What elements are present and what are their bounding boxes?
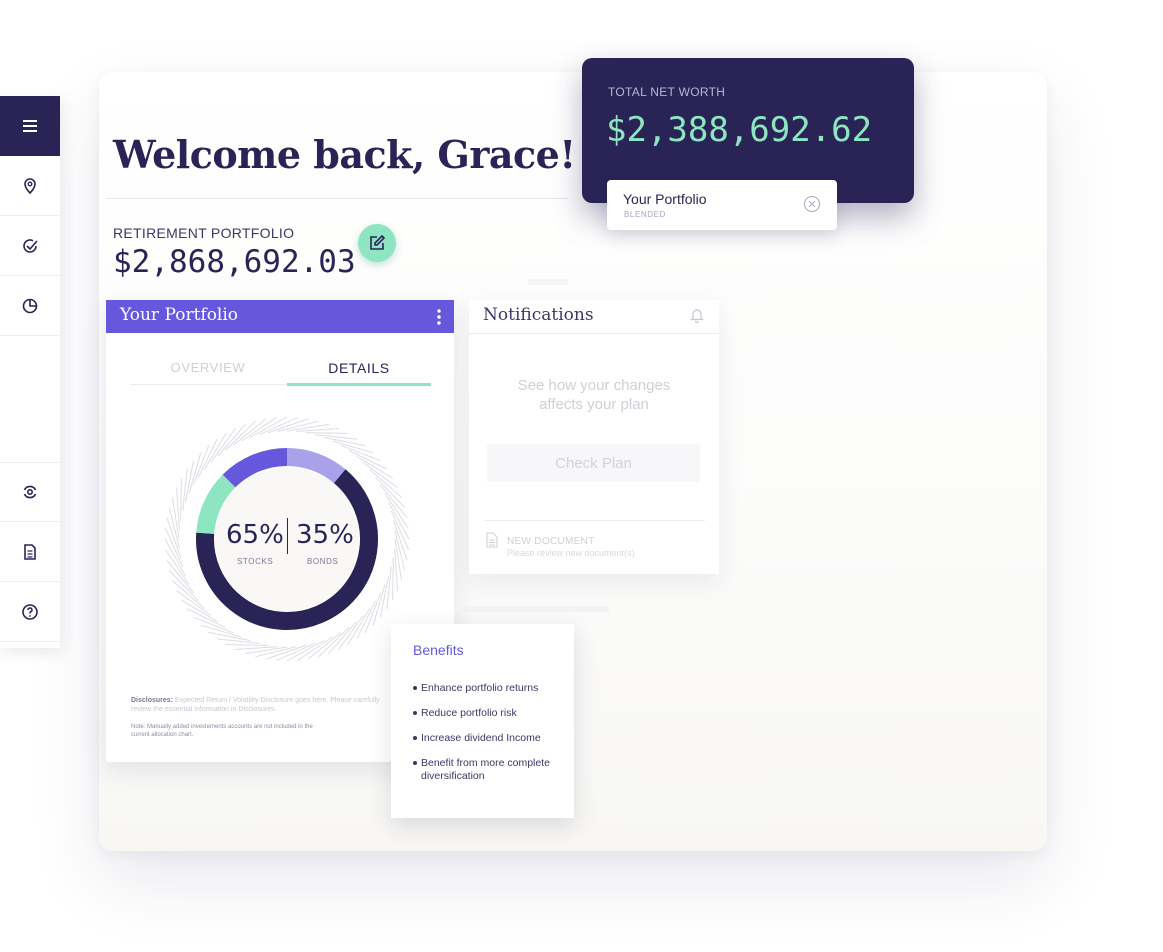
donut-hatch-line — [180, 477, 182, 521]
sidebar-item-goals[interactable] — [0, 216, 60, 276]
notifications-panel: Notifications See how your changes affec… — [469, 300, 719, 574]
donut-hatch-line — [356, 455, 393, 479]
portfolio-card-title: Your Portfolio — [120, 305, 239, 325]
disclosures-text: Disclosures: Expected Return / Volatilit… — [131, 696, 391, 714]
edit-portfolio-button[interactable] — [358, 224, 396, 262]
retirement-portfolio-value: $2,868,692.03 — [113, 244, 356, 280]
bonds-label: BONDS — [307, 557, 339, 566]
portfolio-card-header: Your Portfolio — [106, 300, 454, 333]
notifications-divider — [469, 333, 719, 334]
portfolio-chip-subtitle: BLENDED — [624, 210, 666, 219]
donut-hatch-line — [305, 432, 349, 434]
allocation-note: Note: Manually added investements accoun… — [131, 724, 313, 738]
sidebar-item-documents[interactable] — [0, 522, 60, 582]
title-divider — [106, 198, 568, 199]
notifications-message: See how your changes affects your plan — [517, 377, 671, 413]
help-icon — [22, 603, 38, 620]
list-item: Reduce portfolio risk — [413, 707, 573, 720]
refresh-target-icon — [23, 485, 37, 499]
donut-hatch-line — [181, 599, 218, 623]
close-circle-icon[interactable] — [803, 195, 821, 213]
donut-hatch-line — [225, 644, 269, 646]
tab-details[interactable]: DETAILS — [287, 360, 431, 376]
sidebar — [0, 96, 60, 648]
donut-hatch-line — [314, 434, 358, 440]
bonds-percent: 35% — [296, 520, 354, 550]
sidebar-menu-button[interactable] — [0, 96, 60, 156]
menu-icon — [23, 120, 37, 132]
sidebar-item-rebalance[interactable] — [0, 462, 60, 522]
net-worth-value: $2,388,692.62 — [606, 110, 873, 150]
donut-hatch-line — [203, 433, 227, 470]
bell-icon[interactable] — [689, 307, 705, 323]
benefits-list: Enhance portfolio returns Reduce portfol… — [413, 682, 573, 795]
sidebar-item-help[interactable] — [0, 582, 60, 642]
retirement-portfolio-label: RETIREMENT PORTFOLIO — [113, 225, 295, 241]
donut-hatch-line — [216, 638, 260, 644]
list-item: Enhance portfolio returns — [413, 682, 573, 695]
list-item: Benefit from more complete diversificati… — [413, 757, 573, 783]
kebab-icon[interactable] — [436, 308, 442, 326]
notifications-title: Notifications — [483, 305, 594, 325]
portfolio-chip-title: Your Portfolio — [623, 191, 707, 207]
donut-hatch-line — [182, 468, 188, 512]
stocks-percent: 65% — [226, 520, 284, 550]
check-plan-button[interactable]: Check Plan — [487, 444, 700, 482]
tab-active-indicator — [287, 383, 431, 386]
location-pin-icon — [24, 177, 36, 194]
list-item: Increase dividend Income — [413, 732, 573, 745]
new-document-title[interactable]: NEW DOCUMENT — [507, 536, 594, 547]
net-worth-label: TOTAL NET WORTH — [608, 85, 726, 99]
decorative-bar — [454, 606, 609, 612]
document-icon — [24, 543, 36, 560]
disclosures-label: Disclosures: — [131, 697, 174, 704]
document-icon — [486, 532, 498, 548]
notifications-divider — [485, 520, 705, 521]
benefits-title: Benefits — [413, 642, 464, 658]
sidebar-item-allocation[interactable] — [0, 276, 60, 336]
decorative-bar — [528, 279, 568, 285]
tab-overview[interactable]: OVERVIEW — [136, 360, 280, 375]
page-title: Welcome back, Grace! — [113, 132, 576, 177]
new-document-subtitle: Please review new document(s) — [507, 548, 635, 558]
donut-hatch-line — [347, 608, 371, 645]
sidebar-item-location[interactable] — [0, 156, 60, 216]
donut-hatch-line — [386, 566, 392, 610]
edit-icon — [370, 234, 386, 250]
pie-chart-icon — [22, 298, 38, 313]
portfolio-selector-chip[interactable]: Your Portfolio BLENDED — [607, 180, 837, 230]
benefits-card: Benefits Enhance portfolio returns Reduc… — [391, 624, 574, 818]
check-circle-icon — [23, 238, 38, 253]
donut-hatch-line — [392, 557, 394, 601]
allocation-divider — [287, 518, 288, 554]
stocks-label: STOCKS — [237, 557, 274, 566]
